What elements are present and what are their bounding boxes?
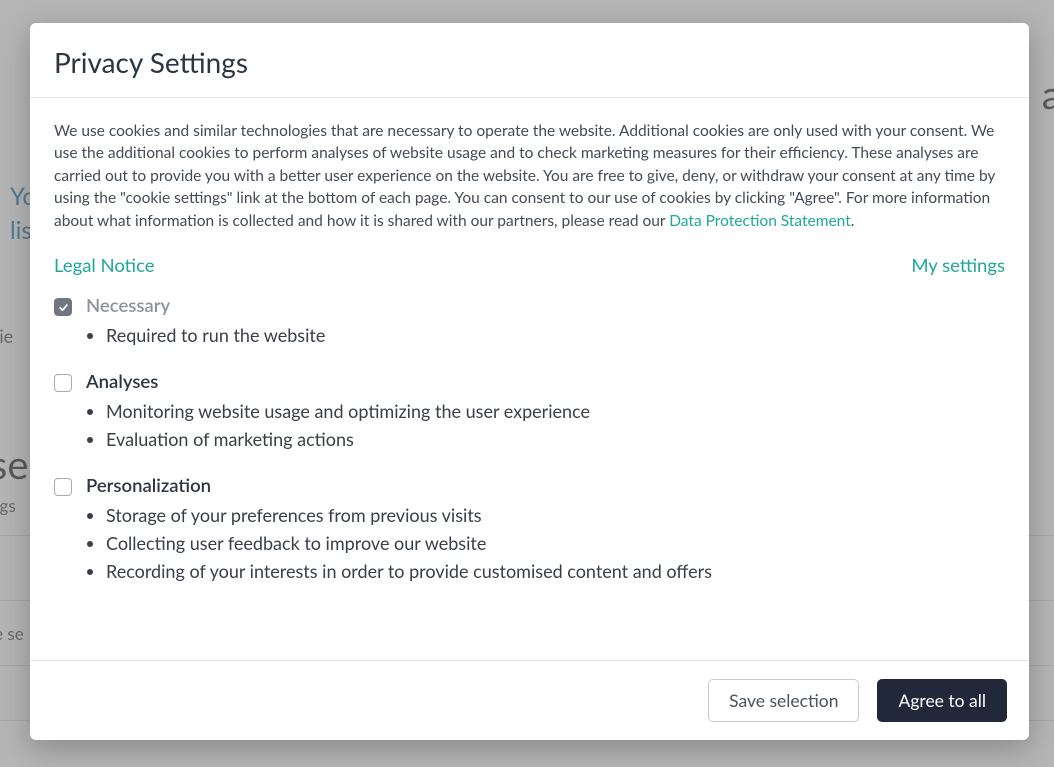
intro-text: We use cookies and similar technologies … xyxy=(54,120,1005,232)
category-item: Storage of your preferences from previou… xyxy=(106,502,1005,530)
category-item: Monitoring website usage and optimizing … xyxy=(106,398,1005,426)
category-content: Personalization Storage of your preferenc… xyxy=(86,474,1005,586)
category-item: Evaluation of marketing actions xyxy=(106,426,1005,454)
category-row: Personalization Storage of your preferenc… xyxy=(54,474,1005,586)
category-row: Necessary Required to run the website xyxy=(54,294,1005,350)
legal-notice-link[interactable]: Legal Notice xyxy=(54,254,155,276)
category-row: Analyses Monitoring website usage and opt… xyxy=(54,370,1005,454)
category-items: Storage of your preferences from previou… xyxy=(106,502,1005,586)
category-checkbox xyxy=(54,298,72,316)
category-item: Required to run the website xyxy=(106,322,1005,350)
my-settings-link[interactable]: My settings xyxy=(911,254,1005,276)
intro-period: . xyxy=(851,212,855,230)
categories-list: Necessary Required to run the website Anal… xyxy=(54,294,1005,585)
data-protection-link[interactable]: Data Protection Statement xyxy=(669,212,851,230)
category-items: Monitoring website usage and optimizing … xyxy=(106,398,1005,454)
modal-footer: Save selection Agree to all xyxy=(30,660,1029,740)
privacy-settings-modal: Privacy Settings We use cookies and simi… xyxy=(30,23,1029,740)
agree-all-button[interactable]: Agree to all xyxy=(877,679,1007,722)
category-content: Analyses Monitoring website usage and opt… xyxy=(86,370,1005,454)
category-item: Recording of your interests in order to … xyxy=(106,558,1005,586)
category-title: Analyses xyxy=(86,370,1005,392)
category-items: Required to run the website xyxy=(106,322,1005,350)
check-icon xyxy=(58,302,69,313)
category-title: Personalization xyxy=(86,474,1005,496)
links-row: Legal Notice My settings xyxy=(54,254,1005,276)
save-selection-button[interactable]: Save selection xyxy=(708,679,859,722)
category-checkbox[interactable] xyxy=(54,478,72,496)
modal-body: We use cookies and similar technologies … xyxy=(30,98,1029,660)
category-item: Collecting user feedback to improve our … xyxy=(106,530,1005,558)
modal-title: Privacy Settings xyxy=(54,45,1005,79)
category-checkbox[interactable] xyxy=(54,374,72,392)
modal-header: Privacy Settings xyxy=(30,23,1029,98)
category-content: Necessary Required to run the website xyxy=(86,294,1005,350)
category-title: Necessary xyxy=(86,294,1005,316)
